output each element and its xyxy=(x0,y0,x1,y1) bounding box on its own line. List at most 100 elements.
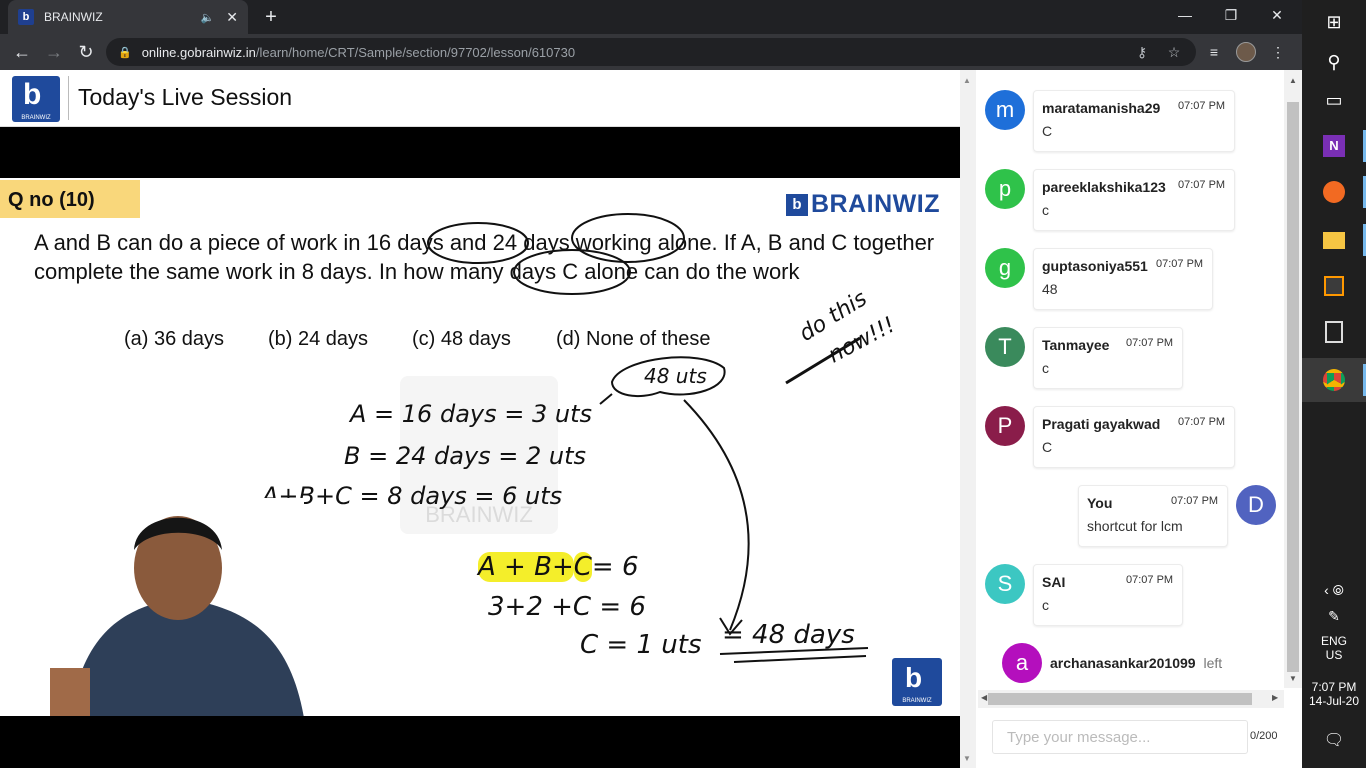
scrollbar-thumb[interactable] xyxy=(1287,102,1299,672)
brainwiz-logo[interactable]: b BRAINWIZ xyxy=(12,76,60,122)
message-time: 07:07 PM xyxy=(1178,100,1226,112)
url-host: online.gobrainwiz.in xyxy=(141,44,256,60)
chat-message-own: You 07:07 PM shortcut for lcm xyxy=(1078,485,1228,547)
notification-icon[interactable]: 🗨 xyxy=(1302,730,1366,750)
task-view-icon[interactable]: ▭ xyxy=(1302,78,1366,122)
message-text: 48 xyxy=(1042,281,1058,297)
message-time: 07:07 PM xyxy=(1126,337,1174,349)
work-line-a: A = 16 days = 3 uts xyxy=(350,400,592,428)
avatar: T xyxy=(985,327,1025,367)
browser-titlebar: b BRAINWIZ 🔈 ✕ + — ❐ ✕ xyxy=(0,0,1302,34)
media-control-icon[interactable]: ≡ xyxy=(1202,40,1226,64)
avatar: g xyxy=(985,248,1025,288)
file-explorer-icon[interactable] xyxy=(1302,218,1366,262)
chat-horizontal-scrollbar[interactable]: ◀ ▶ xyxy=(978,690,1284,708)
chrome-icon[interactable] xyxy=(1302,358,1366,402)
reload-icon[interactable]: ↻ xyxy=(74,40,98,64)
forward-arrow-icon[interactable]: → xyxy=(42,40,66,64)
equation-3: C = 1 uts xyxy=(580,630,702,660)
profile-avatar[interactable] xyxy=(1236,42,1256,62)
scrollbar-thumb[interactable] xyxy=(988,693,1252,705)
language-indicator[interactable]: ENG US xyxy=(1302,634,1366,662)
sublime-text-icon[interactable] xyxy=(1302,264,1366,308)
chat-message: Pragati gayakwad 07:07 PM C xyxy=(1033,406,1235,468)
chat-left-scrollbar[interactable]: ▲ ▼ xyxy=(960,70,976,768)
clock-time: 7:07 PM xyxy=(1311,680,1357,694)
chat-message: guptasoniya551 07:07 PM 48 xyxy=(1033,248,1213,310)
chat-panel: ▲ ▼ m maratamanisha29 07:07 PM C p paree… xyxy=(960,70,1302,768)
corner-brainwiz-logo: b BRAINWIZ xyxy=(892,658,942,706)
scroll-right-icon[interactable]: ▶ xyxy=(1272,693,1278,702)
header-divider xyxy=(68,76,69,120)
onenote-icon[interactable]: N xyxy=(1302,124,1366,168)
avatar: S xyxy=(985,564,1025,604)
message-text: C xyxy=(1042,439,1053,455)
star-bookmark-icon[interactable]: ☆ xyxy=(1162,40,1186,64)
message-time: 07:07 PM xyxy=(1178,416,1226,428)
scroll-left-icon[interactable]: ◀ xyxy=(981,693,987,702)
chat-message: maratamanisha29 07:07 PM C xyxy=(1033,90,1235,152)
work-line-b: B = 24 days = 2 uts xyxy=(344,442,587,470)
tray-chevron-icon[interactable]: ‹ ⦾ xyxy=(1302,582,1366,599)
lecture-slide: Q no (10) b BRAINWIZ A and B can do a pi… xyxy=(0,178,960,716)
equation-1: A + B+C= 6 xyxy=(478,552,638,582)
lock-icon: 🔒 xyxy=(118,46,132,59)
chat-message: SAI 07:07 PM c xyxy=(1033,564,1183,626)
message-text: c xyxy=(1042,597,1049,613)
page-header: b BRAINWIZ Today's Live Session xyxy=(0,70,960,127)
presenter-video xyxy=(50,498,304,716)
windows-start-icon[interactable]: ⊞ xyxy=(1302,0,1366,44)
maximize-button[interactable]: ❐ xyxy=(1208,0,1254,30)
minimize-button[interactable]: — xyxy=(1162,0,1208,30)
work-line-abc: A+B+C = 8 days = 6 uts xyxy=(262,482,563,510)
language-region: US xyxy=(1325,648,1343,662)
scroll-up-icon[interactable]: ▲ xyxy=(1289,76,1297,85)
speaker-icon[interactable]: 🔈 xyxy=(201,11,215,24)
chat-message-input[interactable] xyxy=(992,720,1248,754)
avatar: a xyxy=(1002,643,1042,683)
left-username: archanasankar201099 xyxy=(1050,655,1196,671)
message-time: 07:07 PM xyxy=(1178,179,1226,191)
video-player[interactable]: Q no (10) b BRAINWIZ A and B can do a pi… xyxy=(0,127,960,768)
char-counter: 0/200 xyxy=(1250,730,1278,742)
chat-vertical-scrollbar[interactable]: ▲ ▼ xyxy=(1284,70,1302,688)
address-bar[interactable]: 🔒 online.gobrainwiz.in /learn/home/CRT/S… xyxy=(106,38,1196,66)
back-arrow-icon[interactable]: ← xyxy=(10,40,34,64)
equation-1-c: C xyxy=(573,552,592,582)
avatar: m xyxy=(985,90,1025,130)
browser-tab[interactable]: b BRAINWIZ 🔈 ✕ xyxy=(8,0,248,34)
message-text: c xyxy=(1042,360,1049,376)
menu-dots-icon[interactable]: ⋮ xyxy=(1266,40,1290,64)
user-left-notice: archanasankar201099 left xyxy=(1050,655,1222,671)
firefox-icon[interactable] xyxy=(1302,170,1366,214)
corner-logo-caption: BRAINWIZ xyxy=(902,698,932,704)
equation-2: 3+2 +C = 6 xyxy=(488,592,646,622)
scroll-down-icon[interactable]: ▼ xyxy=(963,754,971,763)
message-text: C xyxy=(1042,123,1053,139)
equation-1-left: A + B+ xyxy=(478,552,574,582)
new-tab-button[interactable]: + xyxy=(258,4,284,30)
calculator-icon[interactable] xyxy=(1302,310,1366,354)
equation-1-right: = 6 xyxy=(591,552,639,582)
avatar: p xyxy=(985,169,1025,209)
language-code: ENG xyxy=(1320,634,1347,648)
scroll-up-icon[interactable]: ▲ xyxy=(963,76,971,85)
page-title: Today's Live Session xyxy=(78,84,293,110)
message-text: shortcut for lcm xyxy=(1087,518,1183,534)
answer-48-days: = 48 days xyxy=(722,620,855,650)
tab-title: BRAINWIZ xyxy=(44,10,103,24)
key-icon[interactable]: ⚷ xyxy=(1130,40,1154,64)
close-window-button[interactable]: ✕ xyxy=(1254,0,1300,30)
message-time: 07:07 PM xyxy=(1126,574,1174,586)
pen-icon[interactable]: ✎ xyxy=(1302,608,1366,625)
message-time: 07:07 PM xyxy=(1156,258,1204,270)
scroll-down-icon[interactable]: ▼ xyxy=(1289,674,1297,683)
browser-toolbar: ← → ↻ 🔒 online.gobrainwiz.in /learn/home… xyxy=(0,34,1302,70)
chat-message: Tanmayee 07:07 PM c xyxy=(1033,327,1183,389)
close-tab-icon[interactable]: ✕ xyxy=(226,9,238,26)
clock[interactable]: 7:07 PM 14-Jul-20 xyxy=(1302,680,1366,708)
brainwiz-favicon-icon: b xyxy=(18,9,34,25)
message-time: 07:07 PM xyxy=(1171,495,1219,507)
corner-logo-letter: b xyxy=(905,662,923,693)
chat-message: pareeklakshika123 07:07 PM c xyxy=(1033,169,1235,231)
